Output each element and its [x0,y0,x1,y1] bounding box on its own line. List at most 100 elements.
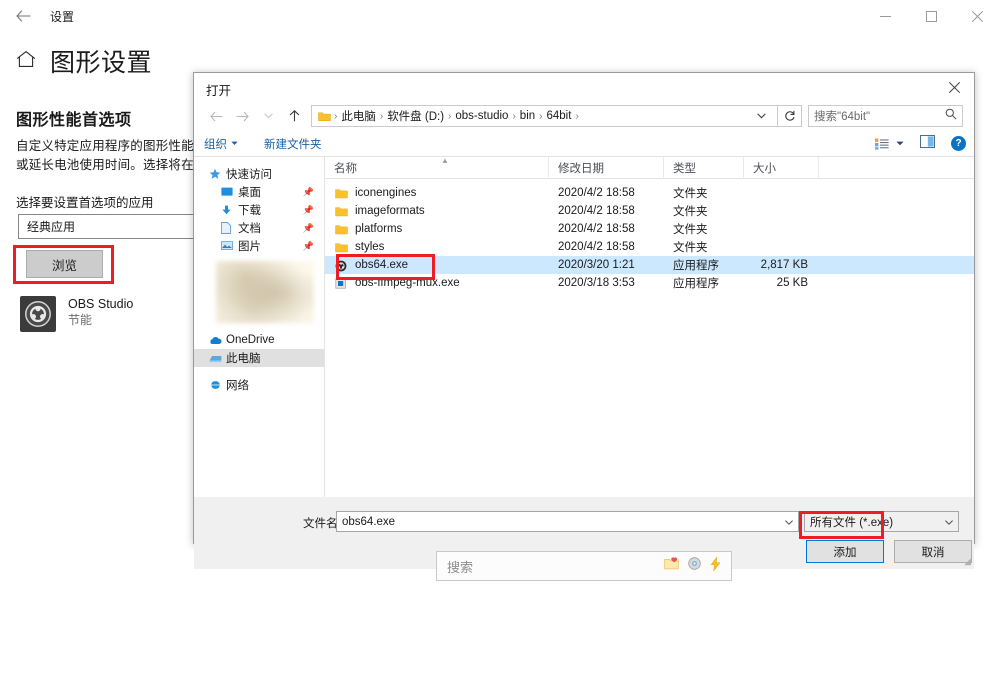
breadcrumb-item-0[interactable]: 此电脑 [338,108,379,124]
breadcrumb-dropdown-icon[interactable] [750,111,773,121]
home-glyph-icon [16,50,36,67]
sidebar-item-network[interactable]: 网络 [194,376,324,394]
file-size: 2,817 KB [760,259,808,271]
column-header-type[interactable]: 类型 [664,156,744,179]
redacted-sidebar-region [216,261,314,323]
taskbar-search-input[interactable]: 搜索 [447,557,664,576]
taskbar-search-box[interactable]: 搜索 [436,551,732,581]
dialog-search-input[interactable]: 搜索"64bit" [814,108,945,124]
column-header-date[interactable]: 修改日期 [549,156,664,179]
new-folder-button[interactable]: 新建文件夹 [264,136,322,152]
file-name: iconengines [355,187,417,199]
organize-label: 组织 [204,138,227,151]
file-list-header: 名称 ▲ 修改日期 类型 大小 [325,155,974,179]
folder-heart-icon[interactable] [664,557,679,575]
sidebar-item-documents[interactable]: 文档 📌 [194,219,324,237]
breadcrumb-bar[interactable]: › 此电脑 › 软件盘 (D:) › obs-studio › bin › 64… [311,105,778,127]
breadcrumb-item-4[interactable]: 64bit [544,110,575,122]
cloud-icon [209,336,226,345]
sidebar-item-downloads[interactable]: 下载 📌 [194,201,324,219]
breadcrumb-item-3[interactable]: bin [517,110,538,122]
sort-ascending-icon: ▲ [440,155,449,165]
maximize-icon [925,10,937,22]
column-header-size[interactable]: 大小 [744,156,819,179]
file-type: 文件夹 [673,206,708,218]
nav-forward-button[interactable] [229,104,255,128]
chevron-down-icon[interactable] [939,517,953,527]
dialog-navigation-pane: 快速访问 桌面 📌 下载 📌 文档 📌 图片 📌 OneDrive 此电脑 网络 [194,157,325,497]
nav-up-button[interactable] [281,104,307,128]
file-size: 25 KB [776,277,808,289]
back-button[interactable] [0,0,46,32]
sidebar-item-onedrive[interactable]: OneDrive [194,331,324,349]
filter-value: 所有文件 (*.exe) [810,516,894,529]
pin-icon[interactable]: 📌 [303,223,314,234]
desktop-icon [221,187,238,197]
app-status: 节能 [68,313,93,327]
file-date: 2020/4/2 18:58 [558,187,635,199]
magnifier-icon [945,108,957,120]
chevron-down-icon[interactable] [779,517,793,527]
add-button[interactable]: 添加 [806,540,884,563]
dialog-search-box[interactable]: 搜索"64bit" [808,105,963,127]
file-type-filter-dropdown[interactable]: 所有文件 (*.exe) [804,511,959,532]
page-header: 图形设置 [16,43,152,79]
table-row[interactable]: styles 2020/4/2 18:58 文件夹 [325,238,974,256]
browse-button[interactable]: 浏览 [26,250,103,278]
nav-back-button[interactable] [203,104,229,128]
folder-icon [335,188,348,199]
organize-menu-button[interactable]: 组织 [204,136,238,152]
sidebar-item-quick-access[interactable]: 快速访问 [194,165,324,183]
table-row[interactable]: imageformats 2020/4/2 18:58 文件夹 [325,202,974,220]
lightning-icon[interactable] [710,555,721,576]
exe-icon [335,277,348,289]
resize-grip[interactable]: ◢ [964,556,971,567]
obs-logo-icon [25,301,51,327]
table-row[interactable]: obs-ffmpeg-mux.exe 2020/3/18 3:53 应用程序 2… [325,274,974,292]
maximize-button[interactable] [908,0,954,32]
folder-heart-glyph-icon [664,557,679,570]
column-header-name[interactable]: 名称 ▲ [325,155,549,179]
disc-icon[interactable] [688,557,701,575]
file-type: 文件夹 [673,188,708,200]
breadcrumb-item-1[interactable]: 软件盘 (D:) [384,108,447,124]
sidebar-label: 网络 [226,380,249,392]
close-button[interactable] [954,0,1000,32]
preview-pane-button[interactable] [920,134,935,153]
table-row[interactable]: platforms 2020/4/2 18:58 文件夹 [325,220,974,238]
network-globe-icon [209,380,222,390]
sidebar-item-this-pc[interactable]: 此电脑 [194,349,324,367]
close-icon [948,81,960,93]
back-arrow-icon [209,111,222,121]
cancel-button[interactable]: 取消 [894,540,972,563]
sidebar-label: 文档 [238,223,261,235]
disc-glyph-icon [688,557,701,570]
refresh-button[interactable] [778,105,802,127]
filename-input[interactable]: obs64.exe [336,511,799,532]
dialog-navigation-bar: › 此电脑 › 软件盘 (D:) › obs-studio › bin › 64… [194,101,974,131]
sidebar-item-desktop[interactable]: 桌面 📌 [194,183,324,201]
sidebar-label: 下载 [238,205,261,217]
pin-icon[interactable]: 📌 [303,205,314,216]
refresh-icon [784,110,795,121]
dialog-toolbar-right: ? [875,134,966,153]
table-row[interactable]: iconengines 2020/4/2 18:58 文件夹 [325,184,974,202]
dialog-close-button[interactable] [934,73,974,101]
dialog-title: 打开 [206,84,232,98]
home-icon[interactable] [16,50,36,73]
table-row[interactable]: obs64.exe 2020/3/20 1:21 应用程序 2,817 KB [325,256,974,274]
app-list-item-obs[interactable]: OBS Studio 节能 [20,296,133,332]
pin-icon[interactable]: 📌 [303,241,314,252]
search-icon [945,107,957,125]
nav-recent-locations-button[interactable] [255,104,281,128]
help-button[interactable]: ? [951,136,966,151]
sidebar-item-pictures[interactable]: 图片 📌 [194,237,324,255]
breadcrumb-item-2[interactable]: obs-studio [452,110,511,122]
sidebar-label: 快速访问 [226,169,272,181]
view-options-button[interactable] [875,138,904,150]
view-list-icon [875,138,889,150]
minimize-button[interactable] [862,0,908,32]
pin-icon[interactable]: 📌 [303,187,314,198]
file-date: 2020/3/18 3:53 [558,277,635,289]
